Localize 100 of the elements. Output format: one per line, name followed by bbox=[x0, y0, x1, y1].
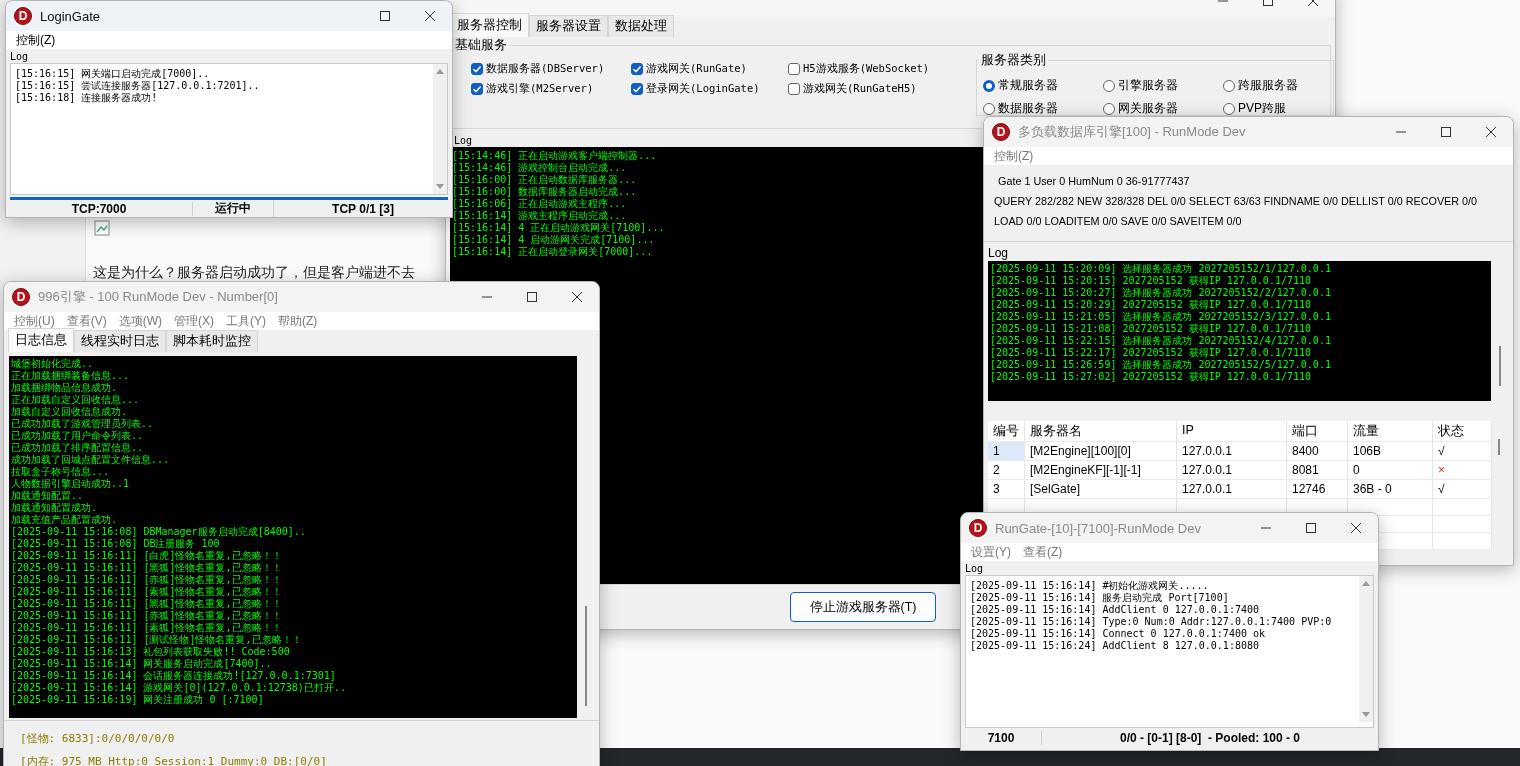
maximize-icon[interactable] bbox=[1306, 523, 1316, 533]
radio-button[interactable] bbox=[1223, 102, 1235, 115]
log-line: 加载通知配置成功. bbox=[11, 502, 98, 514]
log-line: 拉取盒子称号信息... bbox=[11, 466, 110, 478]
log-line: 加载捆绑物品信息成功. bbox=[11, 382, 118, 394]
status-text: 0/0 - [0-1] [8-0] - Pooled: 100 - 0 bbox=[1118, 731, 1301, 745]
log-line: [2025-09-11 15:21:08] 2027205152 获得IP 127.0.0.1/7110 bbox=[990, 323, 1312, 335]
status-text: 7100 bbox=[961, 731, 1042, 745]
checkbox[interactable] bbox=[631, 63, 643, 75]
radio-button[interactable] bbox=[1223, 79, 1235, 92]
log-line: [2025-09-11 15:20:15] 2027205152 获得IP 127.0.0.1/7110 bbox=[990, 275, 1312, 287]
log-line: [2025-09-11 15:16:11] [黑狐]怪物名重复,已忽略！！ bbox=[11, 598, 282, 610]
log-line: [15:14:46] 游戏控制台启动完成... bbox=[452, 162, 627, 174]
column-header[interactable]: 端口 bbox=[1287, 421, 1348, 442]
log-line: [2025-09-11 15:16:19] 网关注册成功 0 [:7100] bbox=[11, 694, 264, 706]
column-header[interactable]: 流量 bbox=[1348, 421, 1433, 442]
close-icon[interactable] bbox=[1486, 127, 1496, 137]
log-line: [2025-09-11 15:16:08] DBManager服务启动完成[8400].. bbox=[11, 526, 306, 538]
log-line: 加载通知配置.. bbox=[11, 490, 84, 502]
table-cell: [M2EngineKF][-1][-1] bbox=[1025, 461, 1177, 479]
table-cell: 8081 bbox=[1287, 461, 1348, 479]
table-cell: 36B - 0 bbox=[1348, 480, 1433, 498]
stop-server-button[interactable]: 停止游戏服务器(T) bbox=[790, 592, 936, 622]
radio-button[interactable] bbox=[983, 79, 995, 92]
app-logo: D bbox=[12, 288, 30, 306]
app-logo: D bbox=[969, 519, 987, 537]
status-line: [怪物: 6833]:0/0/0/0/0/0 bbox=[20, 731, 176, 746]
log-line: [2025-09-11 15:16:14] 服务启动完成 Port[7100] bbox=[970, 592, 1229, 604]
window-title: LoginGate bbox=[40, 8, 100, 24]
log-line: [2025-09-11 15:20:29] 2027205152 获得IP 127.0.0.1/7110 bbox=[990, 299, 1312, 311]
menu-item[interactable]: 控制(Z) bbox=[10, 31, 62, 49]
tab[interactable]: 数据处理 bbox=[608, 15, 674, 37]
log-line: 已成功加载了用户命令列表.. bbox=[11, 430, 144, 442]
maximize-icon[interactable] bbox=[380, 11, 390, 21]
table-cell: 127.0.0.1 bbox=[1177, 442, 1287, 460]
log-line: [2025-09-11 15:16:14] 网关服务启动完成[7400].. bbox=[11, 658, 272, 670]
question-text: 这是为什么？服务器启动成功了，但是客户端进不去 bbox=[93, 264, 415, 282]
table-cell: 127.0.0.1 bbox=[1177, 480, 1287, 498]
log-line: [2025-09-11 15:16:08] DB注册服务 100 bbox=[11, 538, 220, 550]
checkbox[interactable] bbox=[631, 83, 643, 95]
radio-button[interactable] bbox=[983, 102, 995, 115]
log-line: [2025-09-11 15:16:14] #初始化游戏网关..... bbox=[970, 580, 1209, 592]
log-label: Log bbox=[964, 562, 985, 575]
tab[interactable]: 服务器控制 bbox=[450, 13, 529, 37]
log-line: [2025-09-11 15:16:14] 会话服务器连接成功![127.0.0.1:7301] bbox=[11, 670, 336, 682]
table-cell: 12746 bbox=[1287, 480, 1348, 498]
status-text: TCP:7000 bbox=[6, 201, 193, 216]
log-line: [15:16:15] 网关端口启动完成[7000].. bbox=[15, 68, 210, 80]
log-line: [15:16:06] 正在启动游戏主程序... bbox=[452, 198, 627, 210]
app-logo: D bbox=[992, 123, 1010, 141]
log-line: [2025-09-11 15:16:14] AddClient 0 127.0.0.1:7400 bbox=[970, 604, 1259, 616]
column-header[interactable]: 服务器名 bbox=[1025, 421, 1177, 442]
checkbox[interactable] bbox=[788, 63, 800, 75]
maximize-icon[interactable] bbox=[527, 292, 537, 302]
scrollbar[interactable] bbox=[433, 64, 447, 194]
log-line: [15:16:14] 4 启动游网关完成[7100]... bbox=[452, 234, 655, 246]
log-line: [15:16:00] 正在启动数据库服务器... bbox=[452, 174, 637, 186]
checkbox-label: 游戏网关(RunGate) bbox=[646, 62, 747, 76]
log-line: 已成功加载了游戏管理员列表.. bbox=[11, 418, 154, 430]
log-line: [15:14:46] 正在启动游戏客户端控制器... bbox=[452, 150, 657, 162]
scrollbar[interactable] bbox=[1359, 576, 1373, 722]
maximize-icon[interactable] bbox=[1441, 127, 1451, 137]
log-line: [2025-09-11 15:16:11] [赤狐]怪物名重复,已忽略！！ bbox=[11, 574, 282, 586]
log-line: [2025-09-11 15:21:05] 选择服务器成功 2027205152/3/127.0.0.1 bbox=[990, 311, 1331, 323]
tab[interactable]: 日志信息 bbox=[8, 328, 74, 352]
checkbox-label: 游戏引擎(M2Server) bbox=[486, 82, 594, 96]
status-text: TCP 0/1 [3] bbox=[331, 201, 395, 216]
tab[interactable]: 服务器设置 bbox=[529, 15, 608, 37]
table-cell: [SelGate] bbox=[1025, 480, 1177, 498]
log-line: [2025-09-11 15:20:27] 选择服务器成功 2027205152/2/127.0.0.1 bbox=[990, 287, 1331, 299]
close-icon[interactable] bbox=[572, 292, 582, 302]
stats-line: LOAD 0/0 LOADITEM 0/0 SAVE 0/0 SAVEITEM 0/0 bbox=[994, 215, 1243, 227]
log-label: Log bbox=[9, 50, 30, 63]
checkbox-label: 数据服务器(DBServer) bbox=[486, 62, 605, 76]
log-line: 正在加载捆绑装备信息... bbox=[11, 370, 130, 382]
tab[interactable]: 脚本耗时监控 bbox=[166, 330, 258, 352]
radio-button[interactable] bbox=[1103, 79, 1115, 92]
checkbox[interactable] bbox=[788, 83, 800, 95]
log-line: [2025-09-11 15:16:14] Connect 0 127.0.0.1:7400 ok bbox=[970, 628, 1265, 640]
log-line: [2025-09-11 15:16:24] AddClient 8 127.0.0.1:8080 bbox=[970, 640, 1259, 652]
log-label: Log bbox=[987, 245, 1010, 261]
status-text: 运行中 bbox=[193, 200, 274, 217]
checkbox[interactable] bbox=[471, 63, 483, 75]
log-line: [2025-09-11 15:20:09] 选择服务器成功 2027205152/1/127.0.0.1 bbox=[990, 263, 1331, 275]
log-line: [2025-09-11 15:16:11] [素狐]怪物名重复,已忽略！！ bbox=[11, 586, 282, 598]
table-cell: 127.0.0.1 bbox=[1177, 461, 1287, 479]
stats-line: Gate 1 User 0 HumNum 0 36-91777437 bbox=[997, 175, 1191, 187]
column-header[interactable]: IP bbox=[1177, 421, 1287, 442]
window-title: RunGate-[10]-[7100]-RunMode Dev bbox=[995, 520, 1201, 536]
checkbox[interactable] bbox=[471, 83, 483, 95]
radio-label: 引擎服务器 bbox=[1118, 77, 1178, 94]
group-title: 基础服务 bbox=[453, 37, 509, 54]
log-line: [15:16:14] 游戏主程序启动完成... bbox=[452, 210, 627, 222]
log-line: [15:16:14] 正在启动登录网关[7000]... bbox=[452, 246, 653, 258]
close-icon[interactable] bbox=[425, 11, 435, 21]
close-icon[interactable] bbox=[1351, 523, 1361, 533]
window-title: 多负载数据库引擎[100] - RunMode Dev bbox=[1018, 123, 1246, 141]
tab[interactable]: 线程实时日志 bbox=[74, 330, 166, 352]
table-cell: 2 bbox=[988, 461, 1025, 479]
radio-button[interactable] bbox=[1103, 102, 1115, 115]
